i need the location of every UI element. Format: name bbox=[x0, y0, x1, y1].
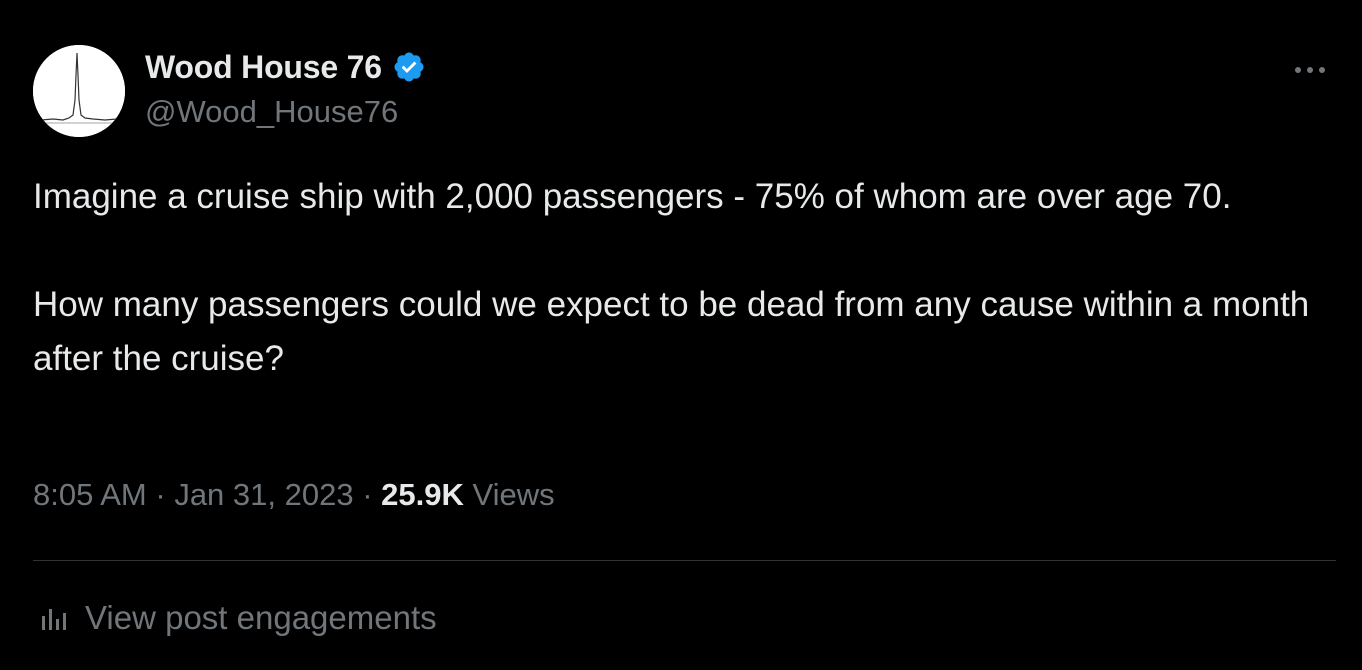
views-label: Views bbox=[472, 477, 555, 512]
more-horizontal-icon bbox=[1295, 67, 1325, 73]
view-engagements-button[interactable]: View post engagements bbox=[33, 598, 437, 638]
post-text: Imagine a cruise ship with 2,000 passeng… bbox=[33, 170, 1343, 386]
meta-separator: · bbox=[362, 477, 382, 512]
view-engagements-label: View post engagements bbox=[85, 599, 437, 636]
post-paragraph: Imagine a cruise ship with 2,000 passeng… bbox=[33, 177, 1232, 216]
verified-badge-icon[interactable] bbox=[390, 48, 428, 86]
post-paragraph: How many passengers could we expect to b… bbox=[33, 285, 1310, 378]
more-options-button[interactable] bbox=[1290, 56, 1330, 84]
post-date[interactable]: Jan 31, 2023 bbox=[174, 477, 353, 512]
spike-graph-avatar-icon bbox=[33, 45, 125, 137]
post-time[interactable]: 8:05 AM bbox=[33, 477, 147, 512]
analytics-bars-icon bbox=[33, 598, 73, 638]
author-name-row: Wood House 76 bbox=[145, 46, 428, 88]
divider bbox=[33, 560, 1336, 561]
author-handle[interactable]: @Wood_House76 bbox=[145, 94, 398, 130]
post-meta: 8:05 AM · Jan 31, 2023 · 25.9K Views bbox=[33, 477, 555, 513]
author-display-name[interactable]: Wood House 76 bbox=[145, 49, 382, 86]
author-avatar[interactable] bbox=[33, 45, 125, 137]
views-count: 25.9K bbox=[381, 477, 464, 512]
meta-separator: · bbox=[155, 477, 175, 512]
tweet-card: Wood House 76 @Wood_House76 Imagine a cr… bbox=[0, 0, 1362, 670]
